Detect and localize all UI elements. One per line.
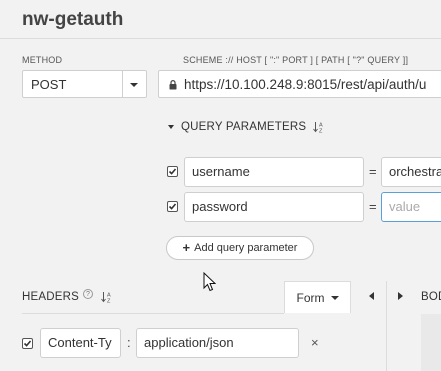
chevron-down-icon <box>330 295 339 300</box>
headers-heading: HEADERS <box>22 291 79 303</box>
body-panel <box>421 314 441 371</box>
headers-view-label: Form <box>296 290 325 305</box>
query-parameters-heading: QUERY PARAMETERS <box>181 121 307 133</box>
add-query-parameter-label: Add query parameter <box>194 242 298 254</box>
param-name-field[interactable]: username <box>184 157 364 187</box>
param-value-field[interactable]: orchestra <box>381 157 441 187</box>
title-divider <box>0 38 441 39</box>
page-title: nw-getauth <box>22 9 124 30</box>
chevron-down-icon[interactable] <box>130 83 138 87</box>
panel-separator <box>386 281 387 371</box>
header-checkbox[interactable] <box>22 338 33 349</box>
headers-view-dropdown[interactable]: Form <box>284 281 351 313</box>
url-label: SCHEME :// HOST [ ":" PORT ] [ PATH [ "?… <box>183 55 409 65</box>
check-icon <box>168 203 177 210</box>
check-icon <box>168 168 177 175</box>
param-checkbox[interactable] <box>167 166 178 177</box>
add-query-parameter-button[interactable]: + Add query parameter <box>166 236 314 260</box>
plus-icon: + <box>182 240 191 255</box>
svg-text:Z: Z <box>319 129 323 134</box>
headers-heading-row: HEADERS ? A Z <box>22 289 113 303</box>
help-icon[interactable]: ? <box>83 289 93 299</box>
expand-right-icon[interactable] <box>398 292 403 300</box>
header-value-field[interactable]: application/json <box>136 328 299 358</box>
method-label: METHOD <box>22 55 63 65</box>
lock-icon <box>169 80 177 90</box>
method-select[interactable]: POST <box>22 70 147 98</box>
svg-text:Z: Z <box>107 299 111 304</box>
colon-separator: : <box>127 335 131 350</box>
param-value-field[interactable]: value <box>381 192 441 222</box>
param-name-field[interactable]: password <box>184 192 364 222</box>
header-name-field[interactable]: Content-Ty <box>40 328 121 358</box>
equals-sign: = <box>369 164 377 179</box>
collapse-left-icon[interactable] <box>369 292 374 300</box>
url-input[interactable]: https://10.100.248.9:8015/rest/api/auth/… <box>158 70 441 98</box>
sort-icon[interactable]: A Z <box>313 121 325 133</box>
mouse-cursor-icon <box>203 272 216 292</box>
sort-icon[interactable]: A Z <box>101 291 113 303</box>
close-icon[interactable]: × <box>311 335 319 350</box>
method-value: POST <box>31 77 67 92</box>
headers-divider <box>22 313 284 314</box>
chevron-down-icon <box>168 125 174 129</box>
method-divider <box>122 71 123 97</box>
equals-sign: = <box>369 199 377 214</box>
check-icon <box>23 340 32 347</box>
query-parameters-toggle[interactable]: QUERY PARAMETERS A Z <box>168 121 325 133</box>
url-value: https://10.100.248.9:8015/rest/api/auth/… <box>184 77 427 92</box>
param-checkbox[interactable] <box>167 201 178 212</box>
body-heading: BOD <box>421 291 441 303</box>
